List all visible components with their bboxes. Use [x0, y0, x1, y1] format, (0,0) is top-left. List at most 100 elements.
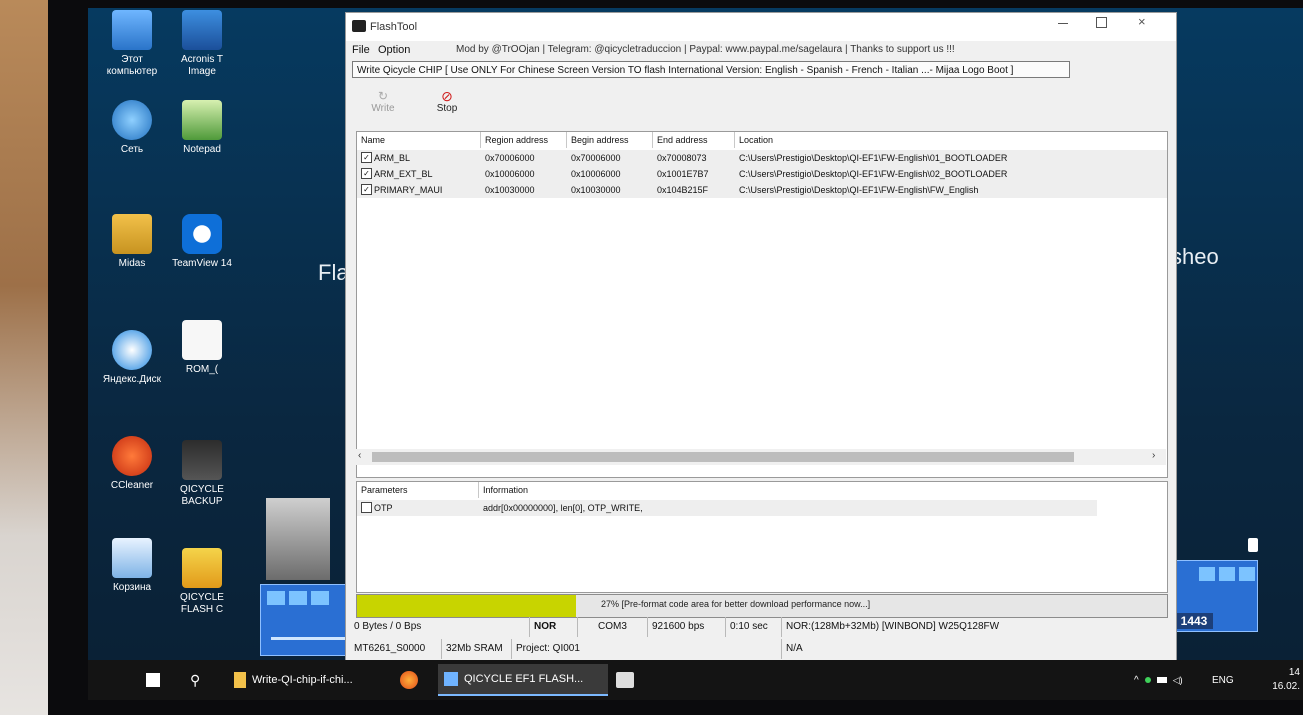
- desktop-icon-recycle-bin[interactable]: Корзина: [98, 538, 166, 594]
- background-text-left: Fla: [318, 260, 349, 285]
- table-row[interactable]: ✓ ARM_BL 0x70006000 0x70006000 0x70008073…: [357, 150, 1167, 166]
- desktop-icon-yandex-disk[interactable]: Яндекс.Диск: [98, 330, 166, 386]
- desktop-icon-teamviewer[interactable]: TeamView 14: [168, 214, 236, 270]
- desktop-icon-rom[interactable]: ROM_(: [168, 320, 236, 376]
- prev-icon[interactable]: [1199, 567, 1215, 581]
- firefox-icon: [400, 671, 418, 689]
- menu-credits: Mod by @TrOOjan | Telegram: @qicycletrad…: [456, 44, 955, 55]
- row-checkbox[interactable]: ✓: [361, 152, 372, 164]
- row-end: 0x1001E7B7: [657, 169, 709, 179]
- prev-icon[interactable]: [267, 591, 285, 605]
- status-project: Project: QI001: [512, 639, 782, 659]
- folder-icon: [234, 672, 246, 688]
- table-row[interactable]: ✓ ARM_EXT_BL 0x10006000 0x10006000 0x1001…: [357, 166, 1167, 182]
- taskbar-item-label: Write-QI-chip-if-chi...: [252, 674, 353, 686]
- column-header-location[interactable]: Location: [735, 132, 1167, 148]
- scroll-left-icon[interactable]: ‹: [358, 450, 361, 461]
- folder-icon: [182, 440, 222, 480]
- menu-option[interactable]: Option: [378, 44, 410, 56]
- taskbar-item-qicycle-flash[interactable]: QICYCLE EF1 FLASH...: [438, 664, 608, 696]
- row-begin: 0x10030000: [571, 185, 621, 195]
- row-name: ARM_BL: [374, 153, 411, 163]
- title-bar: FlashTool ×: [346, 13, 1176, 41]
- scroll-right-icon[interactable]: ›: [1152, 450, 1155, 461]
- column-header-name[interactable]: Name: [357, 132, 481, 148]
- desktop-icon-qicycle-backup[interactable]: QICYCLE BACKUP: [168, 440, 236, 508]
- param-checkbox[interactable]: [361, 502, 372, 514]
- teamviewer-icon: [182, 214, 222, 254]
- param-row[interactable]: OTP addr[0x00000000], len[0], OTP_WRITE,: [357, 500, 1097, 516]
- desktop-icon-label: Сеть: [120, 144, 144, 155]
- column-header-begin[interactable]: Begin address: [567, 132, 653, 148]
- menu-file[interactable]: File: [352, 44, 370, 56]
- column-header-information[interactable]: Information: [479, 482, 1167, 498]
- desktop-icon-network[interactable]: Сеть: [98, 100, 166, 156]
- desktop-icon-acronis[interactable]: Acronis T Image: [168, 10, 236, 78]
- screen: Fla sheo Этот компьютер Сеть Midas Яндек…: [88, 8, 1303, 700]
- system-tray[interactable]: ^ ◁): [1128, 664, 1198, 696]
- download-list: Name Region address Begin address End ad…: [356, 131, 1168, 478]
- status-time: 0:10 sec: [726, 617, 782, 637]
- language-indicator[interactable]: ENG: [1206, 664, 1236, 696]
- column-header-region[interactable]: Region address: [481, 132, 567, 148]
- stop-button[interactable]: ⊘ Stop: [430, 89, 464, 125]
- desktop-icon-midas[interactable]: Midas: [98, 214, 166, 270]
- desktop-icon-label: ROM_(: [185, 364, 219, 375]
- search-button[interactable]: ⚲: [184, 664, 214, 696]
- desktop-icon-notepad[interactable]: Notepad: [168, 100, 236, 156]
- desktop-icon-this-pc[interactable]: Этот компьютер: [98, 10, 166, 78]
- menu-bar: File Option Mod by @TrOOjan | Telegram: …: [346, 41, 1176, 61]
- progress-text: 27% [Pre-format code area for better dow…: [601, 599, 871, 609]
- search-icon: ⚲: [190, 671, 201, 688]
- window-title: FlashTool: [370, 21, 418, 33]
- write-icon: ↻: [377, 89, 389, 103]
- yandex-disk-icon: [112, 330, 152, 370]
- taskbar-item-explorer[interactable]: Write-QI-chip-if-chi...: [228, 664, 388, 696]
- minimize-icon[interactable]: [1058, 23, 1068, 24]
- scroll-thumb[interactable]: [372, 452, 1074, 462]
- close-icon[interactable]: ×: [1138, 14, 1146, 29]
- row-checkbox[interactable]: ✓: [361, 184, 372, 196]
- column-header-end[interactable]: End address: [653, 132, 735, 148]
- volume-slider[interactable]: [271, 637, 351, 640]
- maximize-icon[interactable]: [1096, 17, 1107, 28]
- taskbar-item-flashtool[interactable]: [610, 664, 650, 696]
- row-location: C:\Users\Prestigio\Desktop\QI-EF1\FW-Eng…: [739, 185, 979, 195]
- mode-banner: Write Qicycle CHIP [ Use ONLY For Chines…: [352, 61, 1070, 78]
- progress-fill: [357, 595, 576, 617]
- write-button[interactable]: ↻ Write: [366, 89, 400, 125]
- tray-app-icon: [1144, 677, 1151, 683]
- toolbar: ↻ Write ⊘ Stop: [346, 85, 1176, 127]
- stop-icon: ⊘: [441, 88, 453, 104]
- table-row[interactable]: ✓ PRIMARY_MAUI 0x10030000 0x10030000 0x10…: [357, 182, 1167, 198]
- row-name: PRIMARY_MAUI: [374, 185, 443, 195]
- desktop-icon-label: Notepad: [183, 144, 221, 155]
- media-player-right[interactable]: 1443: [1166, 560, 1258, 632]
- desktop-icon-ccleaner[interactable]: CCleaner: [98, 436, 166, 492]
- folder-user-icon: [112, 214, 152, 254]
- clock[interactable]: 14 16.02.: [1256, 666, 1300, 696]
- next-icon[interactable]: [1239, 567, 1255, 581]
- player-thumbnail: [266, 498, 330, 580]
- status-flash-info: NOR:(128Mb+32Mb) [WINBOND] W25Q128FW: [786, 621, 1000, 632]
- volume-icon: ◁): [1172, 674, 1183, 685]
- ccleaner-icon: [112, 436, 152, 476]
- recycle-bin-icon: [112, 538, 152, 578]
- horizontal-scrollbar[interactable]: ‹ ›: [356, 449, 1166, 465]
- row-checkbox[interactable]: ✓: [361, 168, 372, 180]
- desktop-icon-qicycle-flash[interactable]: QICYCLE FLASH C: [168, 548, 236, 616]
- stop-icon[interactable]: [1219, 567, 1235, 581]
- status-port: COM3: [578, 617, 648, 637]
- status-bytes: 0 Bytes / 0 Bps: [350, 617, 530, 637]
- column-header-parameters[interactable]: Parameters: [357, 482, 479, 498]
- start-button[interactable]: [140, 664, 170, 696]
- stop-icon[interactable]: [289, 591, 307, 605]
- status-bar-bottom: MT6261_S0000 32Mb SRAM Project: QI001 N/…: [346, 639, 1176, 659]
- row-region: 0x10030000: [485, 185, 535, 195]
- taskbar-item-firefox[interactable]: [394, 664, 430, 696]
- next-icon[interactable]: [311, 591, 329, 605]
- taskbar-item-label: QICYCLE EF1 FLASH...: [464, 673, 584, 685]
- write-label: Write: [371, 103, 395, 114]
- desktop-icon-label: QICYCLE BACKUP: [180, 484, 224, 507]
- status-extra: N/A: [786, 643, 803, 654]
